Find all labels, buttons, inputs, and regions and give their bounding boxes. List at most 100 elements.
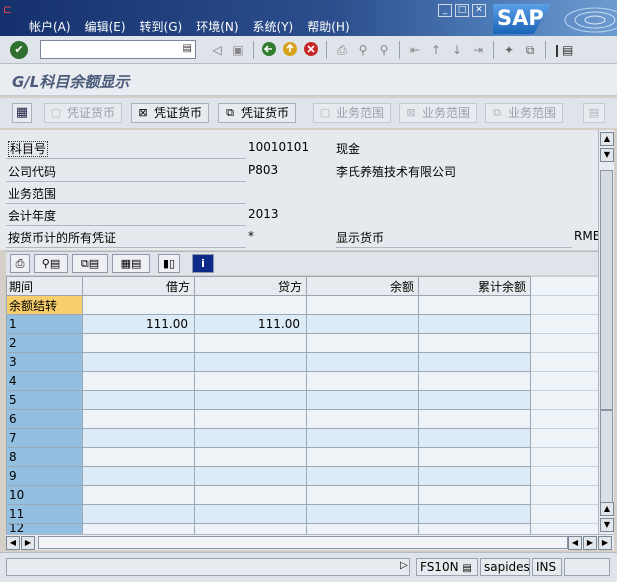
debit-cell[interactable] [82, 504, 195, 524]
next-page-icon[interactable]: ↓ [448, 41, 466, 59]
credit-cell[interactable] [194, 390, 307, 410]
credit-cell[interactable] [194, 504, 307, 524]
period-cell[interactable]: 1 [6, 314, 83, 334]
vertical-scrollbar[interactable]: ▲ ▼ ▲ ▼ [598, 130, 614, 534]
find-icon[interactable]: ⚲▤ [34, 254, 68, 273]
cumulative-cell[interactable] [418, 295, 531, 315]
period-cell[interactable]: 8 [6, 447, 83, 467]
scroll-right-icon[interactable]: ▶ [21, 536, 35, 550]
cumulative-cell[interactable] [418, 371, 531, 391]
debit-cell[interactable] [82, 428, 195, 448]
period-cell[interactable]: 4 [6, 371, 83, 391]
debit-cell[interactable] [82, 333, 195, 353]
balance-cell[interactable] [306, 485, 419, 505]
save-icon[interactable]: ▣ [229, 41, 247, 59]
table-row[interactable]: 11 [6, 504, 599, 524]
cumulative-cell[interactable] [418, 333, 531, 353]
balance-cell[interactable] [306, 371, 419, 391]
table-row[interactable]: 4 [6, 371, 599, 391]
cumulative-cell[interactable] [418, 314, 531, 334]
period-cell[interactable]: 11 [6, 504, 83, 524]
exit-icon[interactable] [281, 41, 299, 59]
scroll-down-icon[interactable]: ▼ [600, 148, 614, 162]
maximize-icon[interactable]: □ [455, 4, 469, 17]
cumulative-cell[interactable] [418, 523, 531, 535]
period-cell[interactable]: 5 [6, 390, 83, 410]
debit-cell[interactable] [82, 390, 195, 410]
column-period[interactable]: 期间 [6, 276, 83, 296]
find-next-icon[interactable]: ⚲ [375, 41, 393, 59]
balance-cell[interactable] [306, 314, 419, 334]
layout-select-icon[interactable]: ▦▤ [112, 254, 150, 273]
period-cell[interactable]: 余额结转 [6, 295, 83, 315]
cancel-icon[interactable] [302, 41, 320, 59]
menu-environment[interactable]: 环境(N) [189, 18, 245, 35]
period-cell[interactable]: 7 [6, 428, 83, 448]
transaction-field[interactable]: FS10N ▤ [416, 558, 478, 576]
details-icon[interactable]: ⎙ [10, 254, 30, 273]
page-right-icon[interactable]: ▶ [583, 536, 597, 550]
doc-currency-button-3[interactable]: ⧉ 凭证货币 [218, 103, 297, 123]
print-icon[interactable]: ⎙ [333, 41, 351, 59]
table-row[interactable]: 10 [6, 485, 599, 505]
business-area-button-3[interactable]: ⧉ 业务范围 [485, 103, 564, 123]
command-field[interactable]: ▤ [40, 40, 196, 59]
prev-page-icon[interactable]: ↑ [427, 41, 445, 59]
table-row[interactable]: 7 [6, 428, 599, 448]
period-cell[interactable]: 2 [6, 333, 83, 353]
doc-currency-button-1[interactable]: ▢ 凭证货币 [44, 103, 123, 123]
calculator-button[interactable]: ▤ [583, 103, 605, 123]
credit-cell[interactable] [194, 466, 307, 486]
column-balance[interactable]: 余额 [306, 276, 419, 296]
credit-cell[interactable] [194, 352, 307, 372]
debit-cell[interactable] [82, 371, 195, 391]
back-icon[interactable] [260, 41, 278, 59]
balance-cell[interactable] [306, 504, 419, 524]
period-cell[interactable]: 12 [6, 523, 83, 535]
new-session-icon[interactable]: ✦ [500, 41, 518, 59]
status-expand-icon[interactable]: ▷ [400, 560, 408, 571]
cumulative-cell[interactable] [418, 390, 531, 410]
credit-cell[interactable]: 111.00 [194, 314, 307, 334]
table-row[interactable]: 8 [6, 447, 599, 467]
scroll-thumb[interactable] [600, 170, 613, 410]
debit-cell[interactable]: 111.00 [82, 314, 195, 334]
prev-icon[interactable]: ◁ [208, 41, 226, 59]
menu-edit[interactable]: 编辑(E) [78, 18, 133, 35]
check-icon[interactable]: ✔ [10, 41, 28, 59]
horizontal-scroll-thumb[interactable] [38, 536, 568, 549]
chart-icon[interactable]: ▮▯ [158, 254, 180, 273]
menu-help[interactable]: 帮助(H) [300, 18, 356, 35]
shortcut-icon[interactable]: ⧉ [521, 41, 539, 59]
period-cell[interactable]: 3 [6, 352, 83, 372]
debit-cell[interactable] [82, 409, 195, 429]
table-row[interactable]: 12 [6, 523, 599, 535]
info-icon[interactable]: i [192, 254, 214, 273]
credit-cell[interactable] [194, 447, 307, 467]
column-credit[interactable]: 贷方 [194, 276, 307, 296]
find-icon[interactable]: ⚲ [354, 41, 372, 59]
horizontal-scrollbar[interactable]: ◀ ▶ ◀ ▶ ▶ [6, 534, 614, 550]
period-cell[interactable]: 9 [6, 466, 83, 486]
credit-cell[interactable] [194, 333, 307, 353]
balance-cell[interactable] [306, 352, 419, 372]
period-cell[interactable]: 6 [6, 409, 83, 429]
debit-cell[interactable] [82, 523, 195, 535]
menu-account[interactable]: 帐户(A) [22, 18, 78, 35]
last-page-icon[interactable]: ⇥ [469, 41, 487, 59]
table-row[interactable]: 5 [6, 390, 599, 410]
export-icon[interactable]: ⧉▤ [72, 254, 108, 273]
cumulative-cell[interactable] [418, 428, 531, 448]
menu-goto[interactable]: 转到(G) [133, 18, 190, 35]
history-icon[interactable]: ▤ [183, 43, 192, 54]
close-icon[interactable]: ✕ [472, 4, 486, 17]
table-row[interactable]: 1 111.00 111.00 [6, 314, 599, 334]
credit-cell[interactable] [194, 428, 307, 448]
column-debit[interactable]: 借方 [82, 276, 195, 296]
credit-cell[interactable] [194, 485, 307, 505]
credit-cell[interactable] [194, 523, 307, 535]
scroll-left-icon[interactable]: ◀ [6, 536, 20, 550]
table-row[interactable]: 余额结转 [6, 295, 599, 315]
minimize-icon[interactable]: _ [438, 4, 452, 17]
balance-cell[interactable] [306, 428, 419, 448]
